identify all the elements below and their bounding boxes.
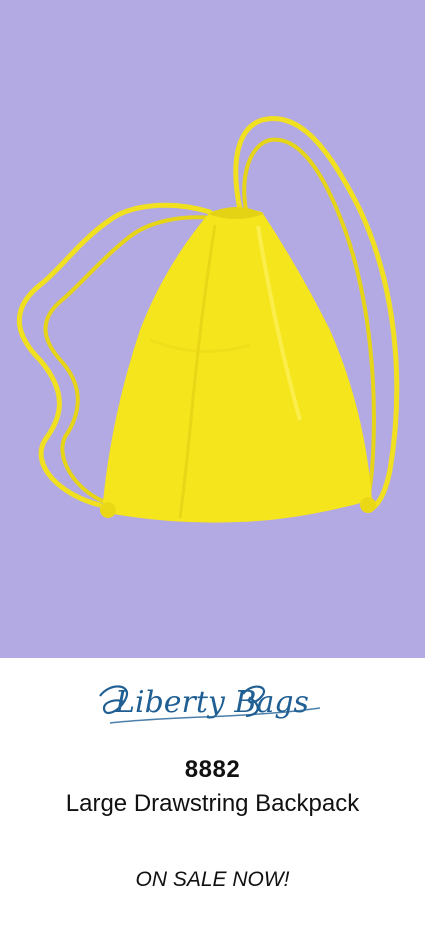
- drawstring-bag-icon: [16, 116, 400, 523]
- bag-corner-left: [100, 502, 116, 518]
- promo-text: ON SALE NOW!: [135, 868, 290, 891]
- bag-body: [102, 208, 372, 523]
- brand-logo: Liberty Bags: [0, 668, 425, 748]
- brand-logo-text: Liberty Bags: [114, 685, 309, 720]
- product-sku: 8882: [184, 756, 241, 783]
- product-name: Large Drawstring Backpack: [65, 790, 360, 817]
- liberty-bags-logo-icon: Liberty Bags: [99, 685, 321, 724]
- product-photo: [0, 0, 425, 658]
- bag-corner-right: [360, 497, 376, 513]
